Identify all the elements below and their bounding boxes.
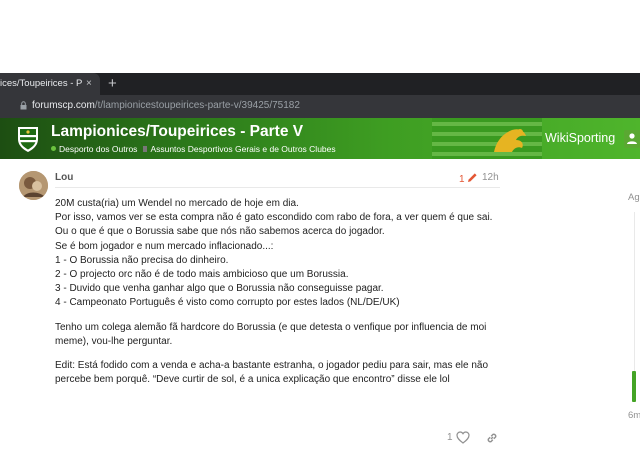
post-line: Ou o que é que o Borussia sabe que nós n… bbox=[55, 226, 385, 238]
post-line: 20M custa(ria) um Wendel no mercado de h… bbox=[55, 198, 299, 209]
post-paragraph-2: Tenho um colega alemão fã hardcore do Bo… bbox=[55, 321, 487, 347]
breadcrumb: Desporto dos Outros Assuntos Desportivos … bbox=[51, 144, 336, 154]
post-line: 2 - O projecto orc não é de todo mais am… bbox=[55, 269, 349, 281]
edit-history-button[interactable]: 1 bbox=[459, 172, 478, 185]
post-line: 4 - Campeonato Português é visto como co… bbox=[55, 297, 400, 309]
address-bar[interactable]: forumscp.com/t/lampionicestoupeirices-pa… bbox=[0, 95, 640, 118]
url-path: /t/lampionicestoupeirices-parte-v/39425/… bbox=[94, 100, 300, 111]
user-icon bbox=[627, 133, 637, 144]
forum-header: Lampionices/Toupeirices - Parte V Despor… bbox=[0, 118, 640, 159]
wikisporting-link[interactable]: WikiSporting bbox=[545, 131, 615, 145]
new-tab-icon[interactable]: + bbox=[108, 74, 117, 93]
lion-banner-icon bbox=[432, 118, 542, 159]
post-divider bbox=[55, 187, 500, 188]
url-host: forumscp.com bbox=[32, 100, 95, 111]
avatar-image-icon bbox=[19, 171, 48, 200]
post-line: 3 - Duvido que venha ganhar algo que o B… bbox=[55, 283, 384, 295]
edit-count: 1 bbox=[459, 174, 465, 185]
post-line: 1 - O Borussia não precisa do dinheiro. bbox=[55, 254, 229, 266]
pencil-icon bbox=[467, 173, 477, 182]
avatar[interactable] bbox=[19, 171, 48, 200]
browser-tab-strip: ices/Toupeirices - Parte × + bbox=[0, 73, 640, 95]
category-badge-icon bbox=[51, 146, 56, 151]
subcategory-link[interactable]: Assuntos Desportivos Gerais e de Outros … bbox=[150, 144, 335, 154]
timeline-start-date[interactable]: Ag bbox=[628, 192, 640, 203]
post-paragraph-3: Edit: Está fodido com a venda e acha-a b… bbox=[55, 360, 489, 386]
timeline-handle[interactable] bbox=[632, 371, 636, 402]
post-age[interactable]: 12h bbox=[482, 172, 499, 183]
subcategory-badge-icon bbox=[143, 146, 148, 152]
lock-icon bbox=[20, 101, 27, 110]
post-author[interactable]: Lou bbox=[55, 172, 73, 183]
like-count[interactable]: 1 bbox=[447, 432, 453, 443]
post-line: Por isso, vamos ver se esta compra não é… bbox=[55, 212, 493, 224]
post-line: Se é bom jogador e num mercado inflacion… bbox=[55, 240, 274, 252]
timeline-end-date[interactable]: 6m bbox=[628, 410, 640, 421]
tab-close-icon[interactable]: × bbox=[86, 77, 92, 90]
url-text[interactable]: forumscp.com/t/lampionicestoupeirices-pa… bbox=[32, 100, 300, 111]
link-icon[interactable] bbox=[485, 431, 499, 445]
tab-title: ices/Toupeirices - Parte bbox=[0, 78, 82, 89]
heart-icon[interactable] bbox=[456, 431, 470, 444]
post-body: 20M custa(ria) um Wendel no mercado de h… bbox=[55, 197, 505, 397]
topic-title[interactable]: Lampionices/Toupeirices - Parte V bbox=[51, 123, 303, 141]
category-link[interactable]: Desporto dos Outros bbox=[59, 144, 137, 154]
post-paragraph-1: 20M custa(ria) um Wendel no mercado de h… bbox=[55, 197, 505, 311]
club-crest-icon[interactable] bbox=[16, 125, 40, 153]
browser-tab[interactable]: ices/Toupeirices - Parte × bbox=[0, 73, 100, 95]
user-menu-button[interactable] bbox=[624, 130, 640, 148]
